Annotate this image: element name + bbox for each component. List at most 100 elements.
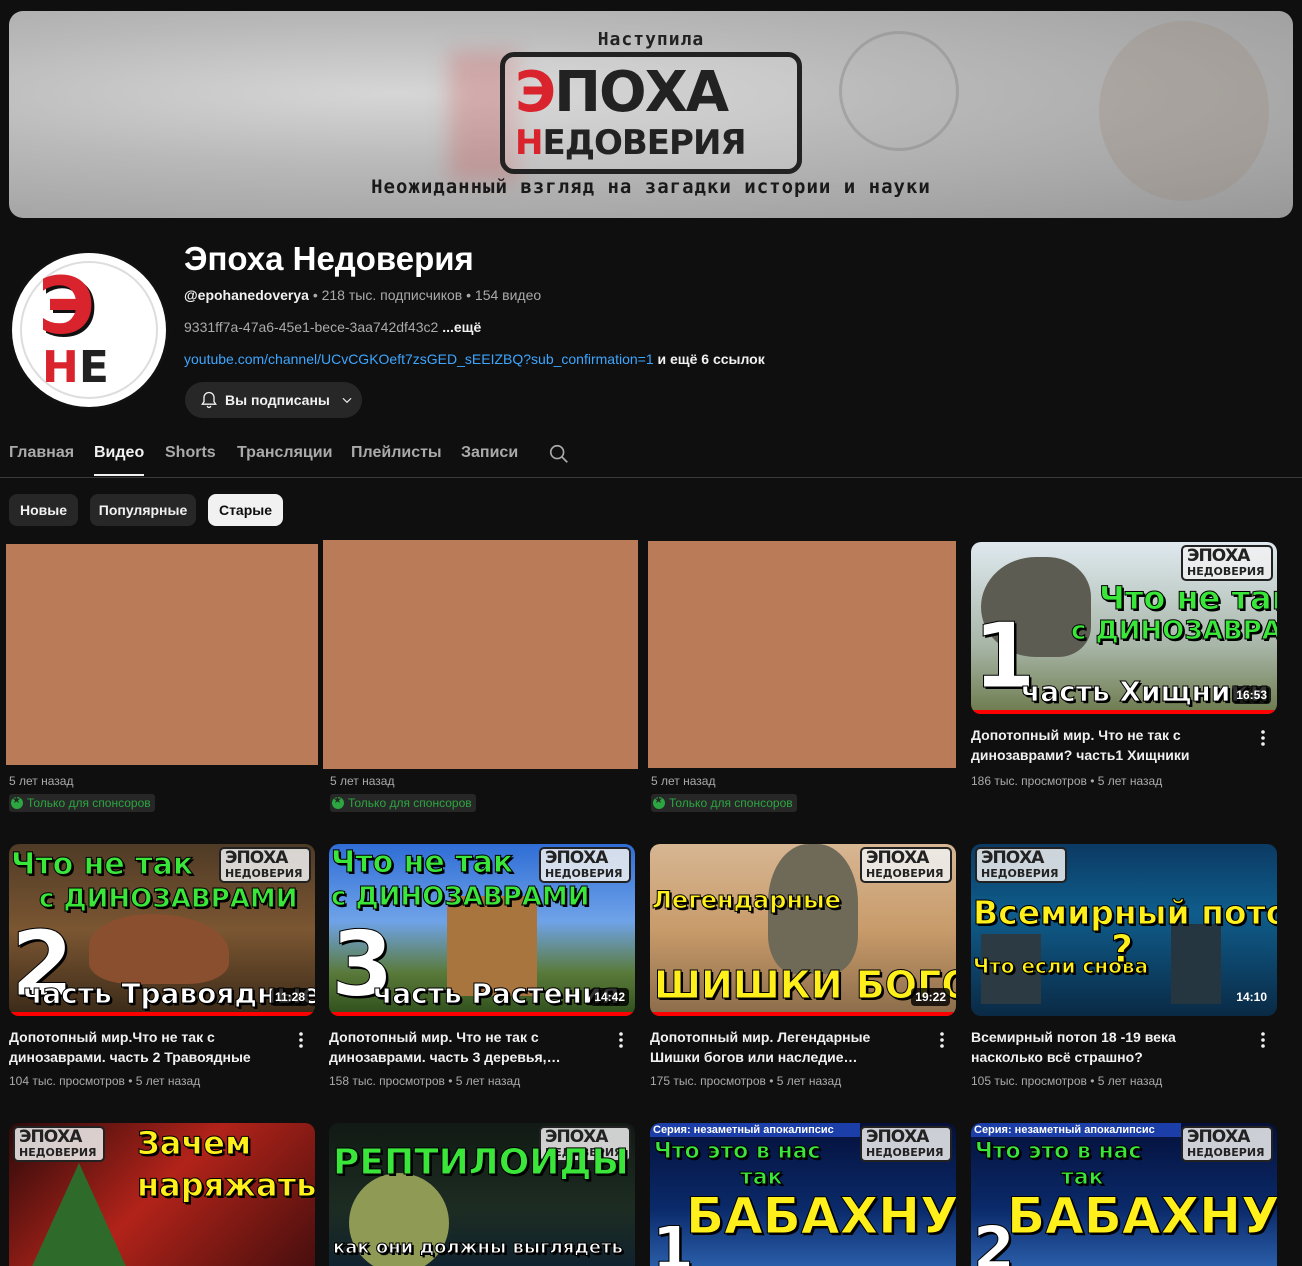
video-duration: 11:28 xyxy=(270,988,309,1006)
channel-logo-watermark: ЭПОХА НЕДОВЕРИЯ xyxy=(860,1126,952,1162)
tab-live[interactable]: Трансляции xyxy=(237,444,332,462)
channel-avatar[interactable]: Э НЕ xyxy=(9,250,169,410)
channel-logo-watermark: ЭПОХА НЕДОВЕРИЯ xyxy=(1181,1126,1273,1162)
more-options-icon[interactable] xyxy=(934,1030,950,1050)
series-label: Серия: незаметный апокалипсис xyxy=(650,1123,860,1137)
more-options-icon[interactable] xyxy=(293,1030,309,1050)
thumb-number: 2 xyxy=(973,1214,1016,1266)
video-thumbnail[interactable]: Серия: незаметный апокалипсис ЭПОХА НЕДОВ… xyxy=(971,1123,1277,1266)
thumb-text: часть Растения xyxy=(373,977,621,1010)
video-meta: 175 тыс. просмотров • 5 лет назад xyxy=(650,1074,842,1088)
more-options-icon[interactable] xyxy=(1255,728,1271,748)
video-thumbnail[interactable]: Серия: незаметный апокалипсис ЭПОХА НЕДОВ… xyxy=(650,1123,956,1266)
channel-tabs: Главная Видео Shorts Трансляции Плейлист… xyxy=(0,440,1302,478)
more-options-icon[interactable] xyxy=(1255,1030,1271,1050)
more-options-icon[interactable] xyxy=(613,1030,629,1050)
thumb-text: Что это в нас xyxy=(654,1139,822,1164)
video-thumbnail-placeholder[interactable] xyxy=(323,540,638,769)
video-card[interactable]: Серия: незаметный апокалипсис ЭПОХА НЕДОВ… xyxy=(650,1123,956,1266)
watch-progress-bar xyxy=(9,1012,315,1016)
thumb-text: как они должны выглядеть xyxy=(333,1237,624,1258)
subscriber-count: 218 тыс. подписчиков xyxy=(321,287,463,303)
video-meta: 186 тыс. просмотров • 5 лет назад xyxy=(971,774,1163,788)
subscribed-label: Вы подписаны xyxy=(225,392,330,408)
christmas-tree-art xyxy=(29,1163,129,1266)
video-thumbnail-placeholder[interactable] xyxy=(648,541,956,768)
thumb-text: Что это в нас xyxy=(975,1139,1143,1164)
watch-progress-bar xyxy=(971,710,1277,714)
tab-home[interactable]: Главная xyxy=(9,444,74,462)
thumb-text: БАБАХНУЛО? xyxy=(686,1187,956,1245)
dinosaur-art xyxy=(89,914,229,984)
video-thumbnail[interactable]: ЭПОХА НЕДОВЕРИЯ РЕПТИЛОИДЫ как они должны… xyxy=(329,1123,635,1266)
video-thumbnail[interactable]: ЭПОХАНЕДОВЕРИЯ Зачем наряжать? xyxy=(9,1123,315,1266)
video-duration: 14:42 xyxy=(590,988,629,1006)
banner-logo-text: ЕДОВЕРИЯ xyxy=(542,123,746,163)
chip-oldest[interactable]: Старые xyxy=(208,494,283,526)
video-duration: 16:53 xyxy=(1232,686,1271,704)
banner-subtitle: Неожиданный взгляд на загадки истории и … xyxy=(371,176,931,198)
channel-page: Наступила ЭПОХА НЕДОВЕРИЯ Неожиданный вз… xyxy=(0,0,1302,1266)
channel-logo-watermark: ЭПОХА НЕДОВЕРИЯ xyxy=(539,847,631,883)
video-title[interactable]: Допотопный мир. Что не так с динозаврами… xyxy=(971,725,1241,765)
video-age: 5 лет назад xyxy=(330,774,395,788)
channel-link[interactable]: youtube.com/channel/UCvCGKOeft7zsGED_sEE… xyxy=(184,351,654,367)
video-count: 154 видео xyxy=(474,287,542,303)
thumb-text: Легендарные xyxy=(652,886,842,914)
thumb-text: Всемирный потоп xyxy=(972,893,1277,932)
thumb-text: ? xyxy=(1110,927,1134,971)
channel-links: youtube.com/channel/UCvCGKOeft7zsGED_sEE… xyxy=(184,351,765,367)
chevron-down-icon xyxy=(342,397,352,404)
video-meta: 104 тыс. просмотров • 5 лет назад xyxy=(9,1074,201,1088)
video-title[interactable]: Всемирный потоп 18 -19 века насколько вс… xyxy=(971,1027,1241,1067)
banner-logo-letter: Н xyxy=(515,123,543,163)
video-thumbnail[interactable]: ЭПОХАНЕДОВЕРИЯ Что не так с ДИНОЗАВРАМИ … xyxy=(9,844,315,1016)
description-more-link[interactable]: ...ещё xyxy=(442,319,481,335)
video-duration: 19:22 xyxy=(911,988,950,1006)
thumb-text: так xyxy=(740,1165,784,1190)
thumb-text: с ДИНОЗАВРАМИ xyxy=(330,882,590,912)
video-thumbnail[interactable]: ЭПОХАНЕДОВЕРИЯ Всемирный потоп Что если … xyxy=(971,844,1277,1016)
thumb-text: так xyxy=(1061,1165,1105,1190)
channel-handle: @epohanedoverya xyxy=(184,287,309,303)
building-art xyxy=(1171,924,1221,1004)
more-links-button[interactable]: и ещё 6 ссылок xyxy=(658,351,765,367)
tab-shorts[interactable]: Shorts xyxy=(165,444,216,462)
channel-logo-watermark: ЭПОХА НЕДОВЕРИЯ xyxy=(219,847,311,883)
star-icon xyxy=(332,795,344,809)
video-thumbnail[interactable]: ЭПОХАНЕДОВЕРИЯ Легендарные ШИШКИ БОГОВ 1… xyxy=(650,844,956,1016)
channel-name: Эпоха Недоверия xyxy=(184,240,474,277)
tab-videos[interactable]: Видео xyxy=(94,444,145,476)
tab-posts[interactable]: Записи xyxy=(461,444,518,462)
sponsors-only-badge: Только для спонсоров xyxy=(9,794,155,812)
chip-popular[interactable]: Популярные xyxy=(90,494,196,526)
channel-logo-watermark: ЭПОХА НЕДОВЕРИЯ xyxy=(13,1126,105,1162)
thumb-text: наряжать? xyxy=(137,1166,315,1204)
star-icon xyxy=(653,795,665,809)
tab-playlists[interactable]: Плейлисты xyxy=(351,444,442,462)
thumb-number: 1 xyxy=(652,1214,695,1266)
thumb-text: Что не так xyxy=(330,845,514,880)
thumb-text: Зачем xyxy=(136,1124,252,1162)
watch-progress-bar xyxy=(650,1012,956,1016)
watch-progress-bar xyxy=(329,1012,635,1016)
video-card[interactable]: ЭПОХА НЕДОВЕРИЯ РЕПТИЛОИДЫ как они должны… xyxy=(329,1123,635,1266)
banner-logo-letter: Э xyxy=(515,60,556,125)
video-title[interactable]: Допотопный мир. Легендарные Шишки богов … xyxy=(650,1027,920,1067)
channel-description[interactable]: 9331ff7a-47a6-45e1-bece-3aa742df43c2 ...… xyxy=(184,319,481,335)
video-card[interactable]: Серия: незаметный апокалипсис ЭПОХА НЕДОВ… xyxy=(971,1123,1277,1266)
video-thumbnail[interactable]: ЭПОХАНЕДОВЕРИЯ Что не так с ДИНОЗАВРАМИ … xyxy=(971,542,1277,714)
search-icon[interactable] xyxy=(548,443,570,465)
avatar-letter: Н xyxy=(42,342,79,393)
subscribed-button[interactable]: Вы подписаны xyxy=(185,382,362,418)
video-title[interactable]: Допотопный мир.Что не так с динозаврами.… xyxy=(9,1027,279,1067)
video-thumbnail[interactable]: ЭПОХАНЕДОВЕРИЯ Что не так с ДИНОЗАВРАМИ … xyxy=(329,844,635,1016)
video-title[interactable]: Допотопный мир. Что не так с динозаврами… xyxy=(329,1027,599,1067)
video-duration: 14:10 xyxy=(1236,990,1267,1004)
video-card[interactable]: ЭПОХАНЕДОВЕРИЯ Зачем наряжать? xyxy=(9,1123,315,1266)
video-meta: 158 тыс. просмотров • 5 лет назад xyxy=(329,1074,521,1088)
video-thumbnail-placeholder[interactable] xyxy=(6,544,318,765)
chip-new[interactable]: Новые xyxy=(9,494,78,526)
banner-logo: ЭПОХА НЕДОВЕРИЯ xyxy=(500,52,802,174)
sponsors-only-badge: Только для спонсоров xyxy=(651,794,797,812)
